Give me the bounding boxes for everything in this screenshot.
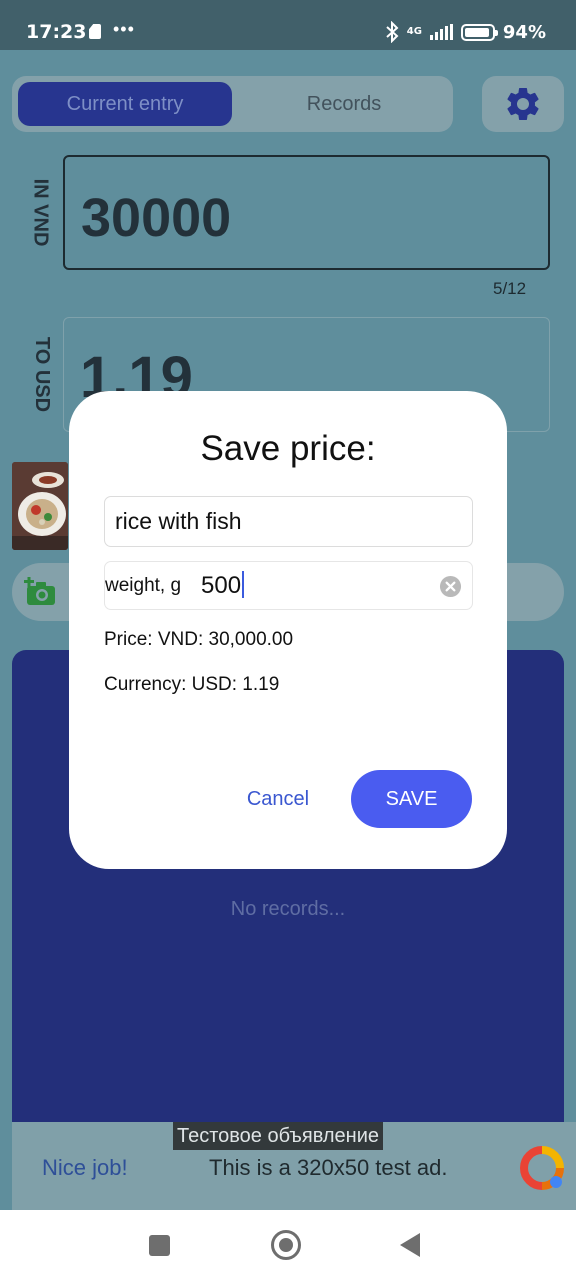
save-price-dialog: Save price: rice with fish weight, g 500… [69,391,507,869]
battery-icon [460,23,498,41]
amount-input[interactable]: 30000 [63,155,550,270]
more-notifications-icon: ••• [113,19,135,39]
ad-link[interactable]: Nice job! [42,1155,128,1181]
clear-circle-icon[interactable] [439,575,462,598]
tab-bar: Current entry Records [12,76,453,132]
recents-button[interactable] [149,1235,170,1256]
empty-records-text: No records... [230,898,346,920]
system-nav-bar [0,1210,576,1280]
sim-card-icon [89,24,101,39]
status-bar: 17:23 ••• 4G 94% [0,0,576,50]
input-currency-label: IN VND [29,178,52,247]
text-caret [242,571,245,598]
ad-banner[interactable]: Тестовое объявление Nice job! This is a … [12,1122,576,1210]
bluetooth-icon [386,21,399,43]
tab-records[interactable]: Records [242,82,446,126]
ad-test-label: Тестовое объявление [173,1122,384,1150]
weight-value: 500 [201,572,242,599]
output-currency-label: TO USD [31,336,54,413]
ad-logo-icon [520,1146,564,1190]
ad-text: This is a 320x50 test ad. [209,1155,448,1180]
currency-summary: Currency: USD: 1.19 [104,674,280,695]
settings-button[interactable] [482,76,564,132]
food-photo-thumbnail[interactable] [12,462,68,550]
save-button[interactable]: SAVE [351,770,472,828]
back-button[interactable] [400,1233,420,1257]
status-time: 17:23 [26,21,87,43]
battery-percent: 94% [502,21,546,43]
home-button[interactable] [271,1230,301,1260]
signal-icon [429,24,453,40]
camera-plus-icon [24,577,55,605]
input-char-counter: 5/12 [493,279,527,298]
network-type: 4G [406,26,422,37]
item-name-input[interactable]: rice with fish [104,496,473,547]
dialog-title: Save price: [200,429,376,468]
amount-input-value: 30000 [81,188,232,248]
tab-current-entry[interactable]: Current entry [18,82,232,126]
price-summary: Price: VND: 30,000.00 [104,629,294,650]
weight-input[interactable]: weight, g 500 [104,561,473,610]
weight-prefix-label: weight, g [105,575,182,596]
gear-icon [507,87,539,120]
cancel-button[interactable]: Cancel [234,771,322,827]
weight-value-wrap: 500 [201,571,245,600]
